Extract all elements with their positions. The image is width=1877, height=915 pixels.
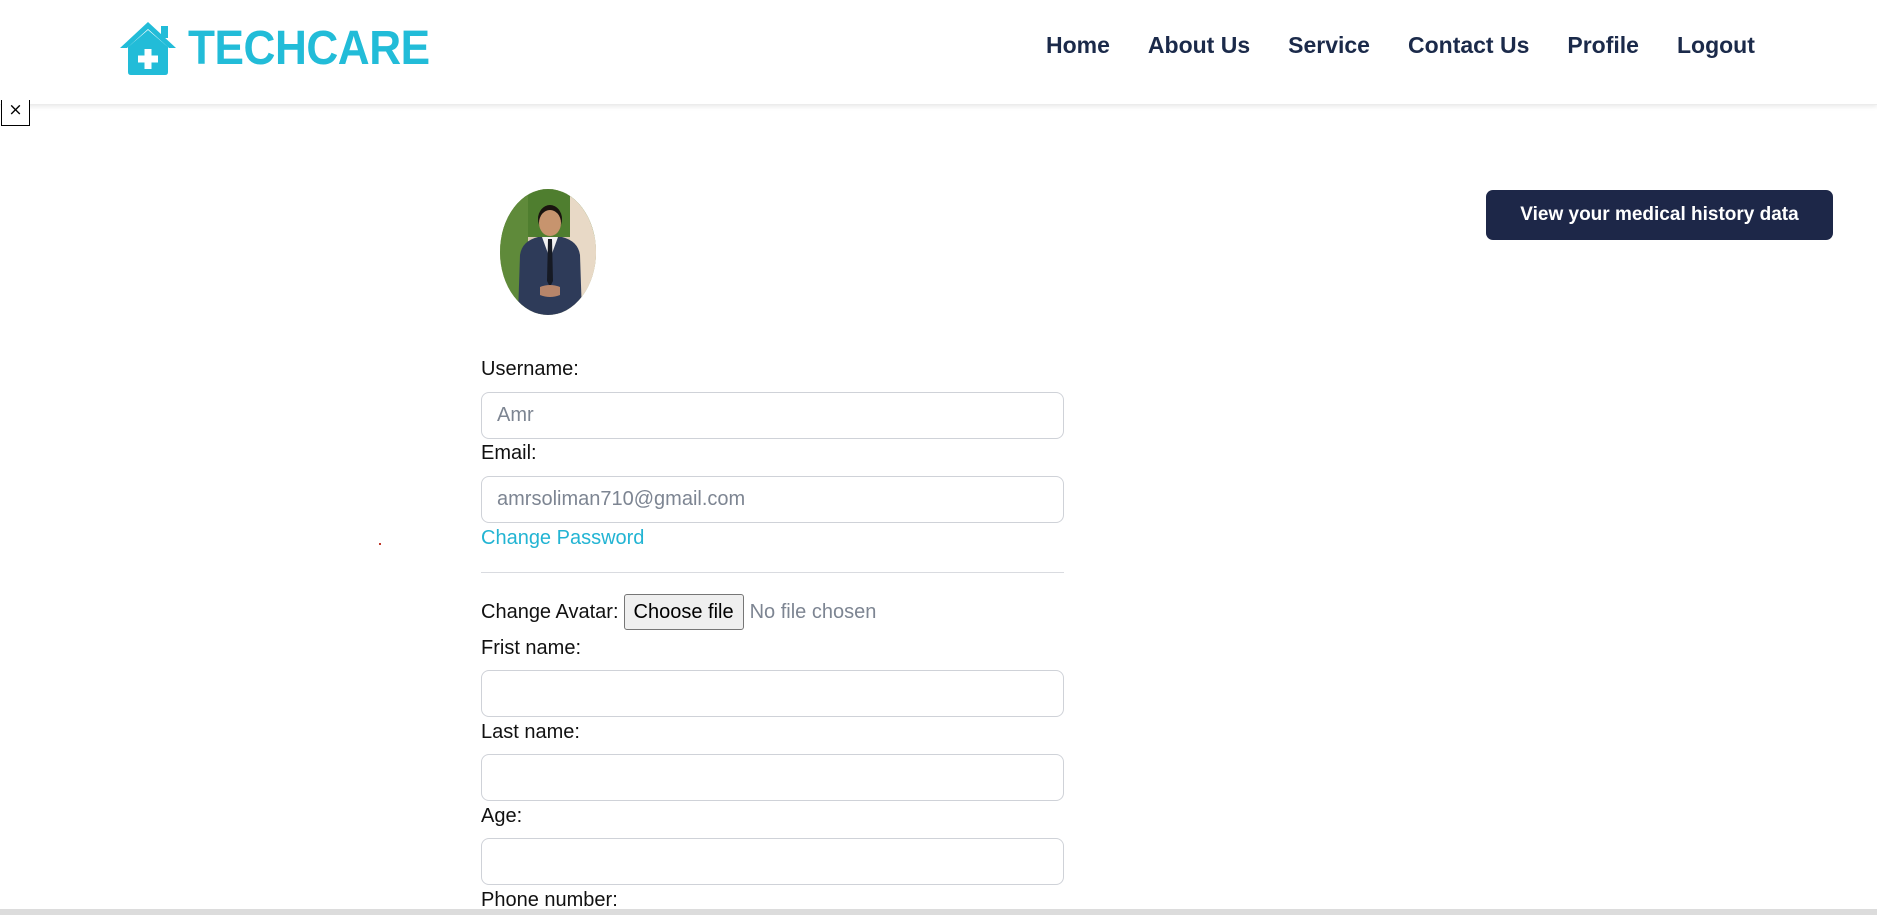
- avatar: [500, 189, 596, 315]
- brand-logo[interactable]: TECHCARE: [118, 20, 451, 76]
- change-password-link[interactable]: Change Password: [481, 527, 644, 550]
- nav-logout[interactable]: Logout: [1677, 32, 1755, 59]
- site-header: TECHCARE Home About Us Service Contact U…: [0, 0, 1877, 105]
- last-name-label: Last name:: [481, 721, 580, 743]
- age-field[interactable]: [481, 838, 1064, 885]
- nav-profile[interactable]: Profile: [1567, 32, 1639, 59]
- email-field[interactable]: [481, 476, 1064, 523]
- file-status: No file chosen: [749, 600, 877, 623]
- username-field[interactable]: [481, 392, 1064, 439]
- age-label: Age:: [481, 805, 523, 827]
- first-name-field[interactable]: [481, 670, 1064, 717]
- horizontal-scrollbar[interactable]: [0, 909, 1877, 915]
- first-name-label: Frist name:: [481, 637, 582, 659]
- decorative-dot: [379, 543, 381, 545]
- divider: [481, 572, 1064, 573]
- house-medical-icon: [120, 22, 176, 75]
- email-label: Email:: [481, 442, 537, 464]
- nav-home[interactable]: Home: [1046, 32, 1110, 59]
- change-avatar-label: Change Avatar:: [481, 600, 619, 623]
- brand-name: TECHCARE: [188, 21, 430, 75]
- view-medical-history-button[interactable]: View your medical history data: [1486, 190, 1833, 240]
- avatar-photo: [500, 189, 596, 315]
- nav-contact-us[interactable]: Contact Us: [1408, 32, 1529, 59]
- username-label: Username:: [481, 358, 579, 380]
- last-name-field[interactable]: [481, 754, 1064, 801]
- choose-file-button[interactable]: Choose file: [623, 594, 744, 630]
- main-nav: Home About Us Service Contact Us Profile…: [1046, 32, 1793, 59]
- close-icon[interactable]: ×: [1, 100, 30, 126]
- nav-about-us[interactable]: About Us: [1148, 32, 1250, 59]
- nav-service[interactable]: Service: [1288, 32, 1370, 59]
- change-avatar-row: Change Avatar: Choose file No file chose…: [481, 594, 876, 630]
